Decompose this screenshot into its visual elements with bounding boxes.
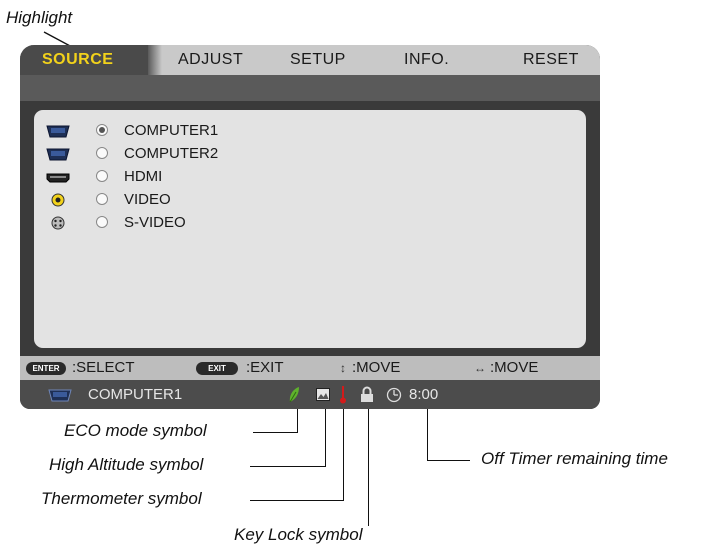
osd-menu-window: SOURCE ADJUST SETUP INFO. RESET COMPUTER… bbox=[20, 45, 600, 409]
source-label: COMPUTER2 bbox=[124, 145, 219, 162]
source-item-video[interactable]: VIDEO bbox=[34, 189, 434, 211]
thermo-leader-line bbox=[250, 500, 344, 502]
source-item-s-video[interactable]: S-VIDEO bbox=[34, 212, 434, 234]
callout-key-lock: Key Lock symbol bbox=[234, 525, 363, 544]
callout-eco-mode: ECO mode symbol bbox=[64, 421, 207, 440]
callout-high-altitude: High Altitude symbol bbox=[49, 455, 204, 474]
source-list-panel: COMPUTER1 COMPUTER2 HDMI VIDEO S-VIDEO bbox=[34, 110, 586, 348]
help-move-vertical: :MOVE bbox=[352, 359, 401, 376]
tab-setup[interactable]: SETUP bbox=[290, 45, 346, 75]
thermo-leader-line bbox=[343, 409, 345, 501]
source-item-hdmi[interactable]: HDMI bbox=[34, 166, 434, 188]
help-move-horizontal: :MOVE bbox=[490, 359, 539, 376]
altitude-leader-line bbox=[325, 409, 327, 467]
current-source: COMPUTER1 bbox=[88, 386, 183, 403]
off-timer-clock-icon bbox=[386, 387, 402, 403]
radio-video[interactable] bbox=[96, 193, 108, 205]
rca-video-icon bbox=[51, 193, 65, 207]
hdmi-connector-icon bbox=[46, 173, 70, 183]
source-label: VIDEO bbox=[124, 191, 171, 208]
eco-leader-line bbox=[297, 409, 299, 433]
up-down-arrow-icon: ↕ bbox=[340, 361, 346, 375]
callout-thermometer: Thermometer symbol bbox=[41, 489, 202, 508]
status-bar: COMPUTER1 8:00 bbox=[20, 380, 600, 409]
altitude-leader-line bbox=[250, 466, 326, 468]
source-item-computer1[interactable]: COMPUTER1 bbox=[34, 120, 434, 142]
callout-off-timer: Off Timer remaining time bbox=[481, 449, 668, 468]
vga-connector-icon bbox=[46, 148, 70, 161]
exit-key-icon: EXIT bbox=[196, 362, 238, 375]
eco-leader-line bbox=[253, 432, 298, 434]
off-timer-remaining: 8:00 bbox=[409, 386, 439, 403]
high-altitude-icon bbox=[316, 388, 330, 401]
tab-divider bbox=[148, 45, 162, 75]
help-exit: :EXIT bbox=[246, 359, 284, 376]
vga-connector-icon bbox=[48, 389, 72, 402]
keylock-leader-line bbox=[368, 409, 370, 526]
source-item-computer2[interactable]: COMPUTER2 bbox=[34, 143, 434, 165]
radio-hdmi[interactable] bbox=[96, 170, 108, 182]
tab-adjust[interactable]: ADJUST bbox=[178, 45, 243, 75]
enter-key-icon: ENTER bbox=[26, 362, 66, 375]
callout-highlight: Highlight bbox=[6, 8, 73, 27]
vga-connector-icon bbox=[46, 125, 70, 138]
menu-tab-bar: SOURCE ADJUST SETUP INFO. RESET bbox=[20, 45, 600, 75]
left-right-arrow-icon: ↔ bbox=[474, 361, 486, 375]
offtimer-leader-line bbox=[427, 460, 470, 462]
thermometer-icon bbox=[340, 386, 346, 404]
eco-leaf-icon bbox=[289, 387, 299, 403]
source-label: COMPUTER1 bbox=[124, 122, 219, 139]
tab-reset[interactable]: RESET bbox=[523, 45, 579, 75]
key-lock-icon bbox=[361, 386, 373, 402]
radio-computer1[interactable] bbox=[96, 124, 108, 136]
source-label: S-VIDEO bbox=[124, 214, 186, 231]
help-select: :SELECT bbox=[72, 359, 135, 376]
tab-source[interactable]: SOURCE bbox=[20, 45, 148, 75]
radio-s-video[interactable] bbox=[96, 216, 108, 228]
source-label: HDMI bbox=[124, 168, 163, 185]
s-video-icon bbox=[51, 216, 65, 230]
key-help-bar: ENTER :SELECT EXIT :EXIT ↕ :MOVE ↔ :MOVE bbox=[20, 356, 600, 380]
radio-computer2[interactable] bbox=[96, 147, 108, 159]
offtimer-leader-line bbox=[427, 409, 429, 461]
tab-info[interactable]: INFO. bbox=[404, 45, 449, 75]
submenu-bar bbox=[20, 75, 600, 101]
